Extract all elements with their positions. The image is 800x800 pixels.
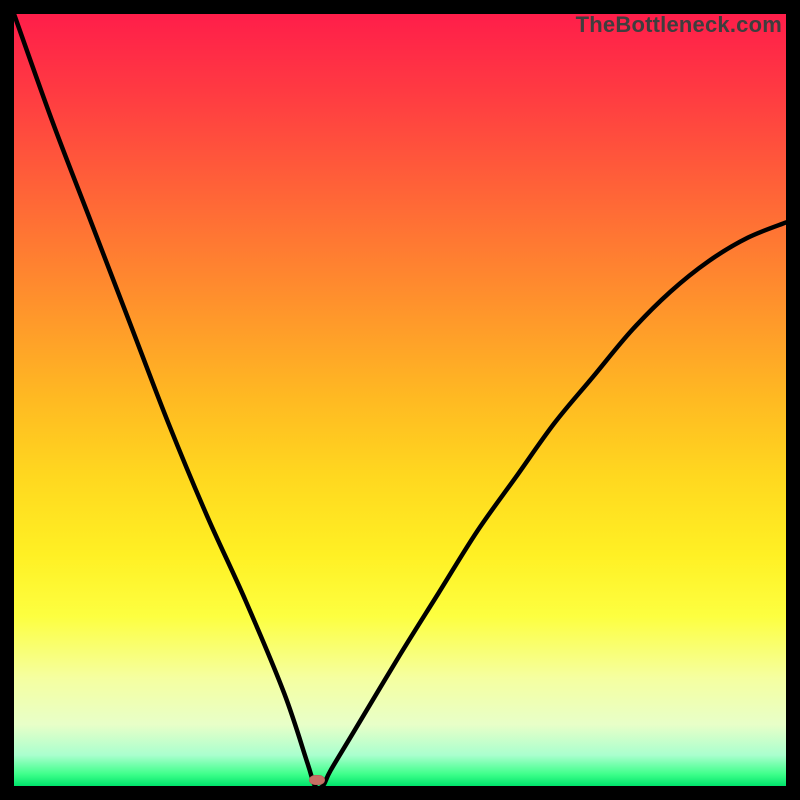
curve-path xyxy=(14,14,786,788)
bottleneck-curve xyxy=(14,14,786,786)
optimal-point-marker xyxy=(309,775,325,785)
chart-frame: TheBottleneck.com xyxy=(0,0,800,800)
plot-area: TheBottleneck.com xyxy=(14,14,786,786)
